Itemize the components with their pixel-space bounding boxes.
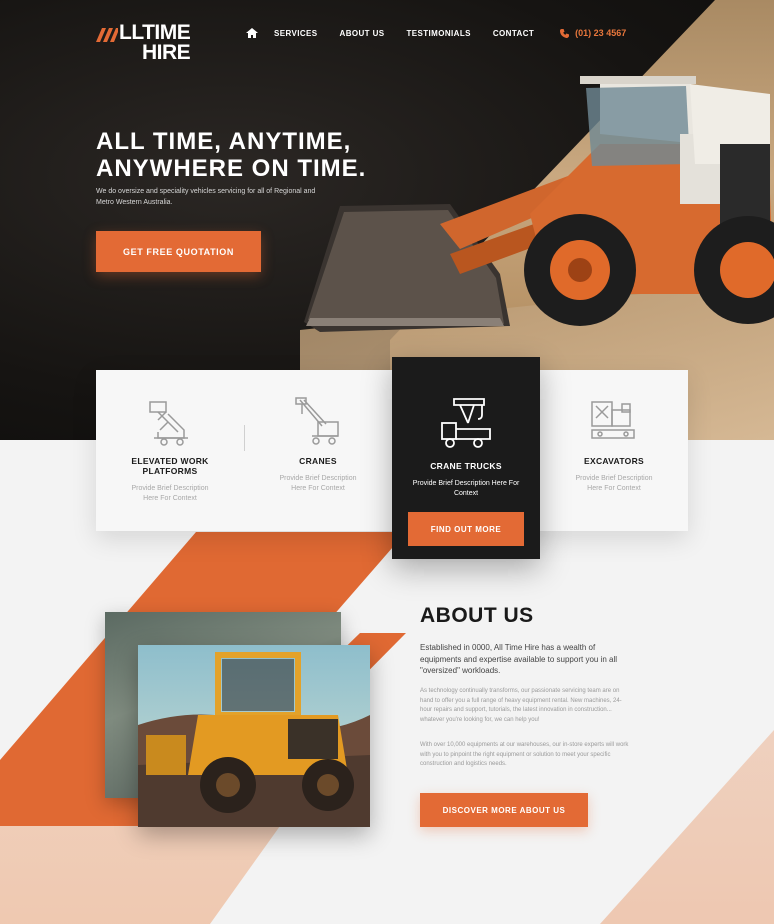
logo-text-line1: LLTIME: [119, 21, 191, 44]
service-desc: Provide Brief Description Here For Conte…: [412, 480, 520, 497]
get-free-quotation-button[interactable]: GET FREE QUOTATION: [96, 231, 261, 272]
yellow-loader-image: [138, 645, 370, 827]
logo-text-line2: HIRE: [142, 41, 191, 64]
service-desc: Provide Brief Description Here For Conte…: [279, 475, 357, 492]
hero-subtext: We do oversize and speciality vehicles s…: [96, 188, 316, 206]
crane-icon: [295, 397, 339, 445]
service-card-crane-trucks[interactable]: CRANE TRUCKS Provide Brief Description H…: [392, 357, 540, 559]
service-card-elevated-work-platforms[interactable]: ELEVATED WORK PLATFORMS Provide Brief De…: [96, 370, 245, 531]
crane-truck-icon: [441, 398, 491, 448]
service-title: ELEVATED WORK PLATFORMS: [131, 456, 209, 476]
service-card-excavators[interactable]: EXCAVATORS Provide Brief Description Her…: [540, 370, 688, 531]
discover-more-about-us-button[interactable]: DISCOVER MORE ABOUT US: [420, 793, 588, 827]
phone-number: (01) 23 4567: [575, 28, 627, 38]
wheel-loader-image: [304, 76, 774, 332]
about-title: ABOUT US: [420, 604, 534, 627]
hero-headline-line1: ALL TIME, ANYTIME,: [96, 128, 352, 155]
hero-headline: ALL TIME, ANYTIME, ANYWHERE ON TIME.: [96, 128, 366, 182]
about-paragraph-2: With over 10,000 equipments at our wareh…: [420, 742, 629, 767]
phone-icon: [560, 28, 570, 38]
service-desc: Provide Brief Description Here For Conte…: [131, 485, 209, 502]
hero-headline-line2: ANYWHERE ON TIME.: [96, 155, 367, 182]
nav-about-us[interactable]: ABOUT US: [340, 29, 385, 38]
nav-contact[interactable]: CONTACT: [493, 29, 534, 38]
phone-link[interactable]: (01) 23 4567: [560, 28, 626, 38]
about-paragraph-1: As technology continually transforms, ou…: [420, 688, 622, 723]
about-lead: Established in 0000, All Time Hire has a…: [420, 643, 618, 675]
service-title: EXCAVATORS: [584, 456, 644, 466]
nav-services[interactable]: SERVICES: [274, 29, 318, 38]
service-desc: Provide Brief Description Here For Conte…: [575, 475, 653, 492]
find-out-more-button[interactable]: FIND OUT MORE: [408, 512, 524, 546]
service-title: CRANES: [299, 456, 337, 466]
main-nav: SERVICES ABOUT US TESTIMONIALS CONTACT (…: [246, 28, 626, 38]
home-icon[interactable]: [246, 28, 258, 38]
excavator-icon: [591, 401, 635, 439]
scissor-lift-icon: [149, 401, 188, 446]
logo-slash-icon: [96, 28, 118, 42]
service-title: CRANE TRUCKS: [430, 461, 502, 471]
about-photo-loader: [138, 645, 370, 827]
service-card-cranes[interactable]: CRANES Provide Brief Description Here Fo…: [244, 370, 392, 531]
nav-testimonials[interactable]: TESTIMONIALS: [407, 29, 471, 38]
